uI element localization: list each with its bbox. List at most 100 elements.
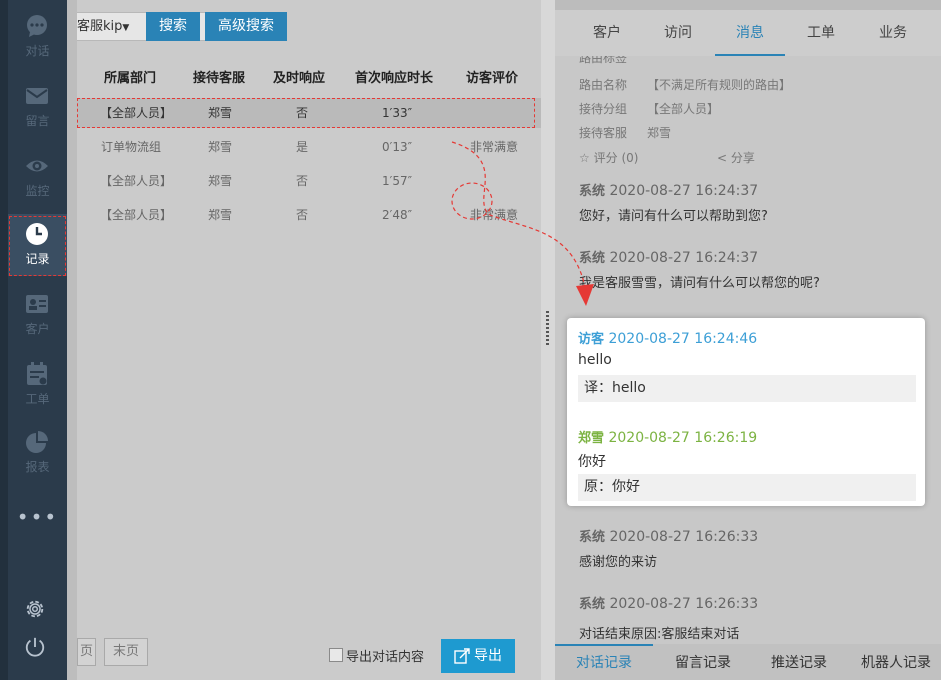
message-header: 系统 2020-08-27 16:24:37 bbox=[579, 180, 758, 199]
info-row: 接待客服 郑雪 bbox=[579, 124, 671, 141]
sidebar-item-chat[interactable]: 对话 bbox=[8, 6, 67, 68]
info-value: 郑雪 bbox=[647, 126, 672, 140]
message-sender: 系统 bbox=[579, 530, 606, 545]
tab-tickets[interactable]: 工单 bbox=[793, 10, 849, 56]
splitter-grip-handle[interactable] bbox=[546, 311, 549, 345]
agent-select-value: 客服kip bbox=[77, 19, 123, 34]
cell-timely-response: 否 bbox=[296, 174, 309, 188]
tab-visit[interactable]: 访问 bbox=[650, 10, 706, 56]
info-row: 路由名称 【不满足所有规则的路由】 bbox=[579, 76, 791, 93]
tab-business[interactable]: 业务 bbox=[865, 10, 921, 56]
sidebar-item-label: 记录 bbox=[25, 252, 50, 266]
info-label: 路由名称 bbox=[579, 78, 628, 92]
share-icon: < bbox=[717, 151, 728, 165]
advanced-search-button[interactable]: 高级搜索 bbox=[205, 12, 287, 41]
table-header-row: 所属部门 接待客服 及时响应 首次响应时长 访客评价 bbox=[77, 60, 541, 88]
pie-chart-icon bbox=[26, 431, 48, 453]
column-header-department[interactable]: 所属部门 bbox=[104, 67, 156, 86]
column-header-first-response-time[interactable]: 首次响应时长 bbox=[355, 67, 433, 86]
table-row[interactable]: 【全部人员】 郑雪 否 1′57″ bbox=[77, 166, 541, 196]
pane-splitter[interactable] bbox=[541, 0, 555, 680]
column-header-visitor-rating[interactable]: 访客评价 bbox=[466, 67, 518, 86]
agent-message-text: 你好 bbox=[578, 454, 606, 470]
message-sender: 系统 bbox=[579, 251, 606, 266]
cell-first-response-time: 1′57″ bbox=[382, 174, 413, 188]
export-button[interactable]: 导出 bbox=[441, 639, 515, 673]
sidebar-item-label: 监控 bbox=[25, 184, 50, 198]
export-icon bbox=[454, 648, 470, 664]
message-time: 2020-08-27 16:24:46 bbox=[608, 331, 758, 347]
cell-visitor-rating: 非常满意 bbox=[470, 208, 519, 222]
highlighted-message-card: 访客 2020-08-27 16:24:46 hello 译：hello 郑雪 … bbox=[567, 318, 925, 506]
records-list-pane: 客服kip▼ 搜索 高级搜索 所属部门 接待客服 及时响应 首次响应时长 访客评… bbox=[67, 0, 541, 680]
column-header-agent[interactable]: 接待客服 bbox=[193, 67, 245, 86]
rating-value: (0) bbox=[621, 151, 639, 165]
message-header: 系统 2020-08-27 16:26:33 bbox=[579, 526, 758, 545]
sidebar-edge-strip bbox=[0, 0, 8, 680]
export-content-checkbox[interactable] bbox=[329, 648, 343, 662]
info-label: 接待分组 bbox=[579, 102, 628, 116]
more-menu-button[interactable]: ••• bbox=[8, 505, 67, 535]
annotation-highlight-box bbox=[77, 98, 535, 128]
export-content-label: 导出对话内容 bbox=[346, 650, 425, 665]
info-route-tag: 路由标签 bbox=[579, 56, 627, 64]
tab-conversation-records[interactable]: 对话记录 bbox=[555, 644, 653, 680]
sidebar-item-label: 留言 bbox=[25, 114, 50, 128]
pager-prev-button[interactable]: 页 bbox=[77, 638, 96, 666]
column-header-timely-response[interactable]: 及时响应 bbox=[273, 67, 325, 86]
info-row: 接待分组 【全部人员】 bbox=[579, 100, 719, 117]
sidebar-item-reports[interactable]: 报表 bbox=[8, 422, 67, 484]
chat-bubble-icon bbox=[27, 15, 47, 37]
share-button[interactable]: < 分享 bbox=[717, 149, 755, 166]
cell-visitor-rating: 非常满意 bbox=[470, 140, 519, 154]
tab-message-records[interactable]: 留言记录 bbox=[659, 644, 747, 680]
message-text: 对话结束原因:客服结束对话 bbox=[579, 627, 740, 642]
pane-top-strip bbox=[555, 0, 941, 10]
share-label: 分享 bbox=[730, 151, 755, 165]
info-value: 【全部人员】 bbox=[647, 102, 720, 116]
message-time: 2020-08-27 16:26:33 bbox=[609, 596, 759, 612]
translation-box: 译：hello bbox=[578, 375, 916, 402]
sidebar-item-records[interactable]: 记录 bbox=[8, 214, 67, 276]
left-nav-sidebar: 对话 留言 监控 记录 客户 工单 报表 ••• bbox=[0, 0, 67, 680]
cell-department: 【全部人员】 bbox=[100, 208, 173, 222]
tab-customer[interactable]: 客户 bbox=[579, 10, 635, 56]
rating-control[interactable]: ☆ 评分 (0) bbox=[579, 149, 638, 166]
sidebar-item-messages[interactable]: 留言 bbox=[8, 76, 67, 138]
search-toolbar: 客服kip▼ 搜索 高级搜索 bbox=[67, 0, 541, 52]
message-text: 您好，请问有什么可以帮助到您? bbox=[579, 209, 768, 224]
table-row[interactable]: 【全部人员】 郑雪 否 2′48″ 非常满意 bbox=[77, 200, 541, 230]
message-time: 2020-08-27 16:24:37 bbox=[609, 183, 759, 199]
tab-messages[interactable]: 消息 bbox=[715, 10, 785, 56]
eye-icon bbox=[26, 160, 48, 172]
cell-timely-response: 是 bbox=[296, 140, 309, 154]
record-type-tabs: 对话记录 留言记录 推送记录 机器人记录 bbox=[555, 644, 941, 680]
info-value: 【不满足所有规则的路由】 bbox=[647, 78, 792, 92]
message-header: 系统 2020-08-27 16:26:33 bbox=[579, 593, 758, 612]
message-time: 2020-08-27 16:26:19 bbox=[608, 430, 758, 446]
cell-agent: 郑雪 bbox=[208, 174, 233, 188]
export-button-label: 导出 bbox=[474, 648, 502, 664]
message-sender: 访客 bbox=[578, 332, 605, 347]
info-route-tag-label: 路由标签 bbox=[579, 56, 628, 64]
calendar-ticket-icon bbox=[27, 362, 47, 385]
power-icon[interactable] bbox=[24, 636, 46, 658]
tab-bot-records[interactable]: 机器人记录 bbox=[851, 644, 941, 680]
sidebar-item-label: 客户 bbox=[25, 322, 50, 336]
info-label: 接待客服 bbox=[579, 126, 628, 140]
search-button[interactable]: 搜索 bbox=[146, 12, 200, 41]
caret-down-icon: ▼ bbox=[122, 23, 130, 33]
table-row[interactable]: 订单物流组 郑雪 是 0′13″ 非常满意 bbox=[77, 132, 541, 162]
sidebar-item-customers[interactable]: 客户 bbox=[8, 284, 67, 346]
gear-icon[interactable] bbox=[24, 598, 46, 620]
envelope-icon bbox=[26, 88, 48, 104]
tab-push-records[interactable]: 推送记录 bbox=[755, 644, 843, 680]
message-header: 系统 2020-08-27 16:24:37 bbox=[579, 247, 758, 266]
rating-label: 评分 bbox=[593, 151, 618, 165]
detail-tabs: 客户 访问 消息 工单 业务 bbox=[555, 10, 941, 56]
cell-agent: 郑雪 bbox=[208, 140, 233, 154]
sidebar-item-tickets[interactable]: 工单 bbox=[8, 354, 67, 416]
pane-left-gutter bbox=[67, 0, 77, 680]
sidebar-item-monitor[interactable]: 监控 bbox=[8, 146, 67, 208]
pager-last-button[interactable]: 末页 bbox=[104, 638, 148, 666]
